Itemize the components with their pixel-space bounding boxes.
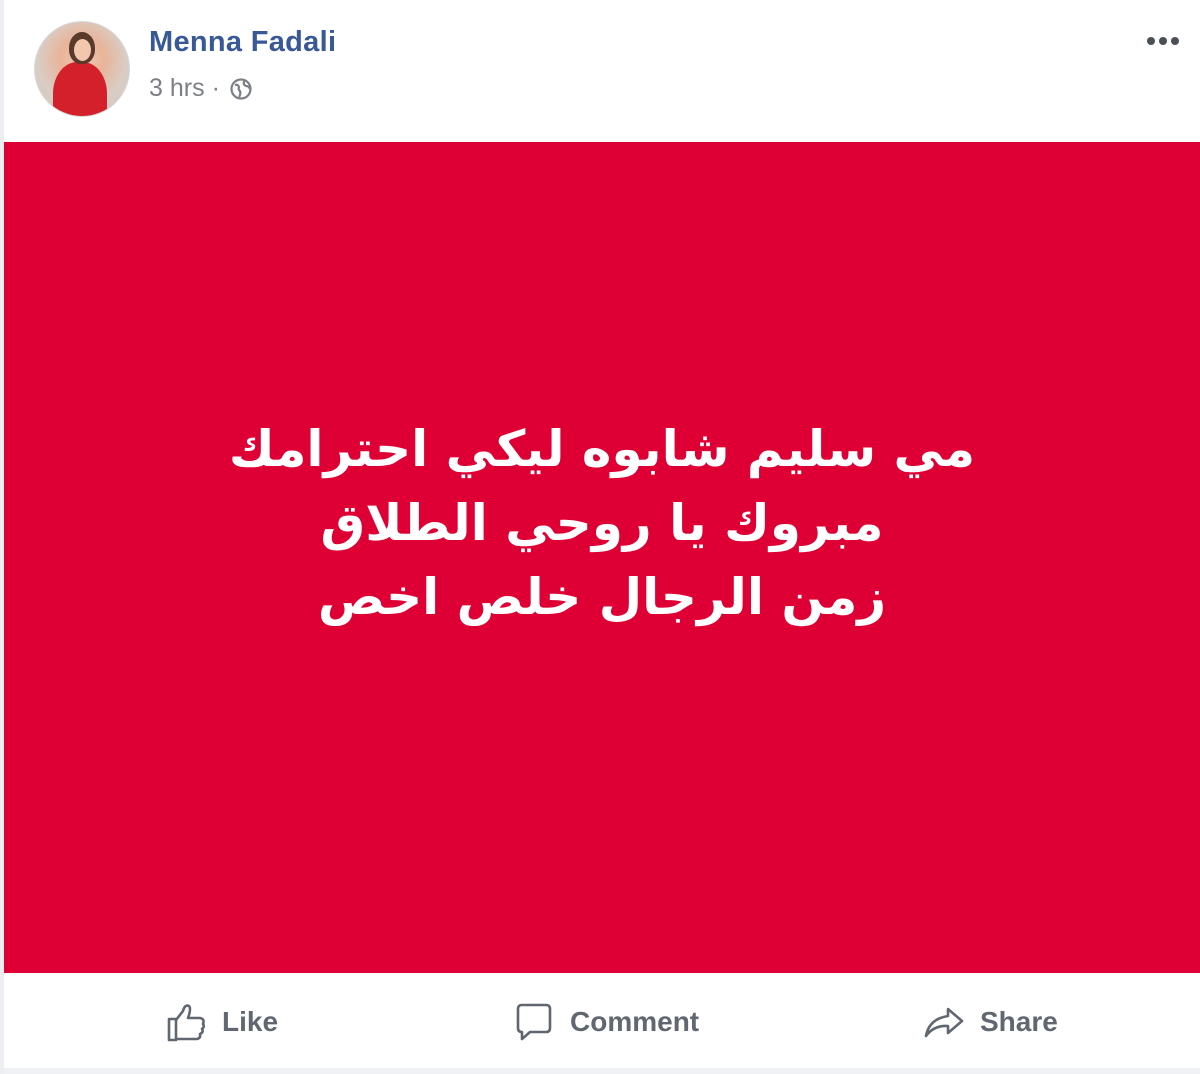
post-image[interactable]: مي سليم شابوه ليكي احترامك مبروك يا روحي… bbox=[4, 142, 1200, 973]
post-meta: 3 hrs · bbox=[149, 74, 253, 103]
share-button[interactable]: Share bbox=[922, 973, 1058, 1070]
meta-separator: · bbox=[211, 74, 220, 102]
facebook-post: Menna Fadali 3 hrs · مي سليم شابوه ليكي … bbox=[0, 0, 1200, 1074]
image-text-line-2: مبروك يا روحي الطلاق bbox=[320, 493, 884, 552]
post-header: Menna Fadali 3 hrs · bbox=[4, 0, 1200, 142]
author-name-link[interactable]: Menna Fadali bbox=[149, 26, 336, 59]
share-label: Share bbox=[980, 1005, 1058, 1037]
thumbs-up-icon bbox=[167, 1003, 206, 1041]
comment-bubble-icon bbox=[516, 1003, 552, 1040]
share-arrow-icon bbox=[924, 1007, 964, 1037]
avatar-face bbox=[74, 39, 91, 61]
like-button[interactable]: Like bbox=[164, 973, 278, 1070]
like-label: Like bbox=[222, 1005, 279, 1037]
post-timestamp[interactable]: 3 hrs bbox=[149, 74, 205, 103]
more-options-icon[interactable] bbox=[1140, 26, 1186, 56]
more-dot bbox=[1147, 37, 1155, 45]
author-avatar[interactable] bbox=[34, 21, 130, 117]
comment-label: Comment bbox=[570, 1005, 700, 1037]
comment-button[interactable]: Comment bbox=[512, 973, 699, 1070]
post-actions-bar: Like Comment Share bbox=[4, 973, 1200, 1070]
post-bottom-border bbox=[4, 1068, 1200, 1074]
globe-icon[interactable] bbox=[229, 77, 253, 101]
avatar-dress bbox=[53, 62, 107, 116]
image-text-line-1: مي سليم شابوه ليكي احترامك bbox=[228, 419, 976, 478]
image-text-line-3: زمن الرجال خلص اخص bbox=[317, 567, 887, 626]
more-dot bbox=[1171, 37, 1179, 45]
more-dot bbox=[1159, 37, 1167, 45]
